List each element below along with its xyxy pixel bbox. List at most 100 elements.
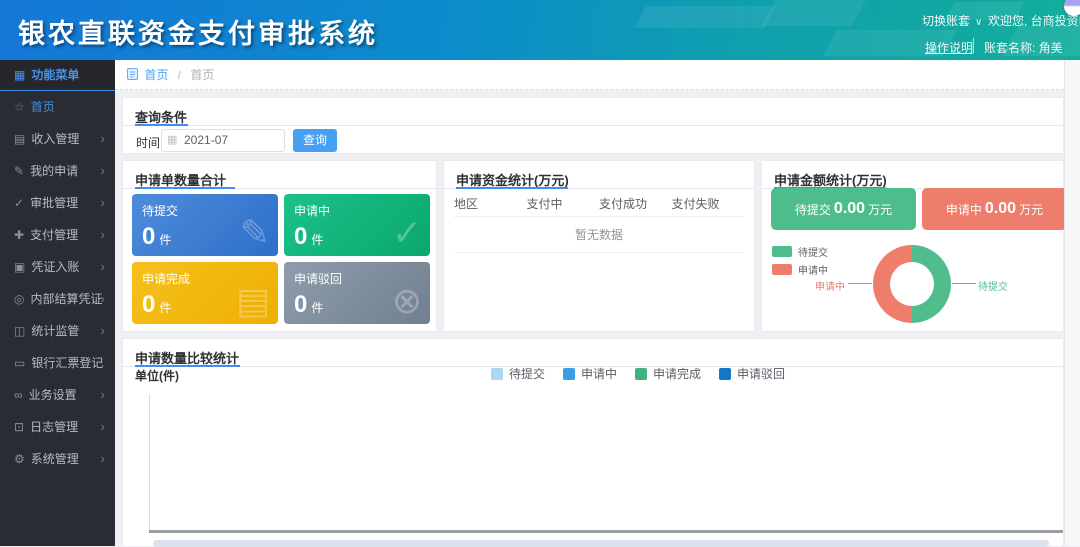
- search-button[interactable]: 查询: [293, 129, 337, 152]
- donut-label-inprogress: 申请中: [815, 278, 845, 293]
- legend-item[interactable]: 申请中: [563, 365, 617, 382]
- title-accent: [135, 124, 188, 126]
- switch-account-dropdown[interactable]: 切换账套∨: [922, 12, 982, 29]
- legend-swatch: [719, 368, 731, 380]
- app-title: 银农直联资金支付审批系统: [18, 12, 378, 51]
- column-region: 地区: [454, 195, 527, 212]
- chevron-right-icon: ›: [101, 443, 105, 475]
- sidebar-item-system-management[interactable]: ⚙系统管理›: [0, 443, 115, 475]
- briefcase-icon: ▣: [14, 260, 25, 274]
- application-count-panel: 申请单数量合计 待提交 0件 ✎ 申请中 0件 ✓ 申请完成 0件 ▤ 申请驳回…: [122, 160, 437, 332]
- card-icon: ▭: [14, 356, 25, 370]
- time-label: 时间: [136, 134, 160, 151]
- donut-callout-line: [848, 283, 872, 284]
- legend-swatch-green: [772, 246, 792, 257]
- card-completed[interactable]: 申请完成 0件 ▤: [132, 262, 278, 324]
- legend-swatch: [563, 368, 575, 380]
- chart-y-axis: [149, 394, 150, 530]
- sidebar-item-approval[interactable]: ✓审批管理›: [0, 187, 115, 219]
- sidebar-item-income[interactable]: ▤收入管理›: [0, 123, 115, 155]
- sidebar-item-bank-draft[interactable]: ▭银行汇票登记: [0, 347, 115, 379]
- legend-item[interactable]: 申请驳回: [719, 365, 785, 382]
- legend-item-inprogress: 申请中: [772, 262, 828, 277]
- sidebar-item-statistics[interactable]: ◫统计监管›: [0, 315, 115, 347]
- main-content: 首页 / 首页 查询条件 时间 2021-07 ▦ 查询 申请单数量合计 待提交…: [115, 60, 1064, 546]
- divider: [123, 125, 1063, 126]
- legend-swatch: [635, 368, 647, 380]
- unit-label: 单位(件): [135, 367, 179, 384]
- gear-icon: ⚙: [14, 452, 25, 466]
- comparison-chart-legend: 待提交 申请中 申请完成 申请驳回: [491, 365, 803, 382]
- card-rejected[interactable]: 申请驳回 0件 ⊗: [284, 262, 430, 324]
- chevron-right-icon: ›: [101, 155, 105, 187]
- sidebar-item-home[interactable]: ☆首页: [0, 91, 115, 123]
- column-pay-success: 支付成功: [599, 195, 672, 212]
- query-panel: 查询条件 时间 2021-07 ▦ 查询: [122, 97, 1064, 154]
- legend-swatch: [491, 368, 503, 380]
- inprogress-amount-button[interactable]: 申请中0.00万元: [922, 188, 1067, 230]
- sidebar: ▦功能菜单 ☆首页 ▤收入管理› ✎我的申请› ✓审批管理› ✚支付管理› ▣凭…: [0, 60, 115, 546]
- chevron-right-icon: ›: [101, 187, 105, 219]
- donut-callout-line: [952, 283, 976, 284]
- legend-item-pending: 待提交: [772, 244, 828, 259]
- funds-statistics-panel: 申请资金统计(万元) 地区 支付中 支付成功 支付失败 暂无数据: [443, 160, 755, 332]
- cross-icon: ✚: [14, 228, 24, 242]
- legend-item[interactable]: 待提交: [491, 365, 545, 382]
- app-header: 银农直联资金支付审批系统 切换账套∨ 欢迎您, 台商投资区∨ 操作说明 账套名称…: [0, 0, 1080, 60]
- donut-label-pending: 待提交: [978, 278, 1008, 293]
- disc-icon: ◎: [14, 292, 24, 306]
- sidebar-item-voucher-entry[interactable]: ▣凭证入账›: [0, 251, 115, 283]
- edit-document-icon: ✎: [240, 212, 270, 254]
- sidebar-menu-header: ▦功能菜单: [0, 60, 115, 91]
- count-comparison-panel: 申请数量比较统计 单位(件) 待提交 申请中 申请完成 申请驳回: [122, 338, 1064, 546]
- breadcrumb-home-link[interactable]: 首页: [144, 68, 168, 82]
- empty-data-text: 暂无数据: [454, 217, 744, 253]
- title-accent: [135, 187, 235, 189]
- breadcrumb-separator: /: [178, 68, 181, 82]
- table-header-row: 地区 支付中 支付成功 支付失败: [454, 191, 744, 217]
- link-icon: ∞: [14, 388, 23, 402]
- check-icon: ✓: [14, 196, 24, 210]
- title-accent: [456, 187, 568, 189]
- chevron-right-icon: ›: [101, 411, 105, 443]
- chevron-down-icon: ∨: [975, 17, 982, 28]
- legend-item[interactable]: 申请完成: [635, 365, 701, 382]
- sidebar-item-log-management[interactable]: ⊡日志管理›: [0, 411, 115, 443]
- sidebar-item-my-applications[interactable]: ✎我的申请›: [0, 155, 115, 187]
- vertical-scrollbar[interactable]: [1064, 60, 1080, 546]
- calendar-icon: ▦: [167, 134, 179, 146]
- edit-box-icon: ⊡: [14, 420, 24, 434]
- operation-guide-link[interactable]: 操作说明: [925, 39, 973, 56]
- header-deco-shape: [762, 0, 868, 26]
- chevron-right-icon: ›: [101, 379, 105, 411]
- breadcrumb: 首页 / 首页: [115, 60, 1064, 90]
- sidebar-item-payment[interactable]: ✚支付管理›: [0, 219, 115, 251]
- pencil-icon: ✎: [14, 164, 24, 178]
- chevron-right-icon: ›: [101, 123, 105, 155]
- sidebar-item-internal-settlement[interactable]: ◎内部结算凭证›: [0, 283, 115, 315]
- bar-chart-icon: ◫: [14, 324, 25, 338]
- column-paying: 支付中: [527, 195, 600, 212]
- amount-donut-chart[interactable]: [873, 245, 951, 323]
- document-x-icon: ⊗: [392, 280, 422, 322]
- column-pay-failed: 支付失败: [672, 195, 745, 212]
- amount-statistics-panel: 申请金额统计(万元) 待提交0.00万元 申请中0.00万元 待提交 申请中 申…: [761, 160, 1064, 332]
- chevron-right-icon: ›: [101, 251, 105, 283]
- month-picker-input[interactable]: 2021-07: [161, 129, 285, 152]
- document-icon: ▤: [14, 132, 25, 146]
- legend-swatch-red: [772, 264, 792, 275]
- chevron-right-icon: ›: [101, 283, 105, 315]
- header-divider: [973, 38, 974, 53]
- star-icon: ☆: [14, 100, 25, 114]
- welcome-user-dropdown[interactable]: 欢迎您, 台商投资区∨: [988, 12, 1080, 29]
- grid-menu-icon: ▦: [14, 68, 25, 82]
- pending-amount-button[interactable]: 待提交0.00万元: [771, 188, 916, 230]
- list-check-icon: ✓: [392, 212, 422, 254]
- page-icon: [127, 61, 138, 91]
- header-deco-shape: [634, 6, 776, 28]
- card-in-progress[interactable]: 申请中 0件 ✓: [284, 194, 430, 256]
- card-pending-submit[interactable]: 待提交 0件 ✎: [132, 194, 278, 256]
- sidebar-item-business-settings[interactable]: ∞业务设置›: [0, 379, 115, 411]
- breadcrumb-current: 首页: [190, 68, 214, 82]
- account-name-label: 账套名称: 角美: [984, 39, 1063, 56]
